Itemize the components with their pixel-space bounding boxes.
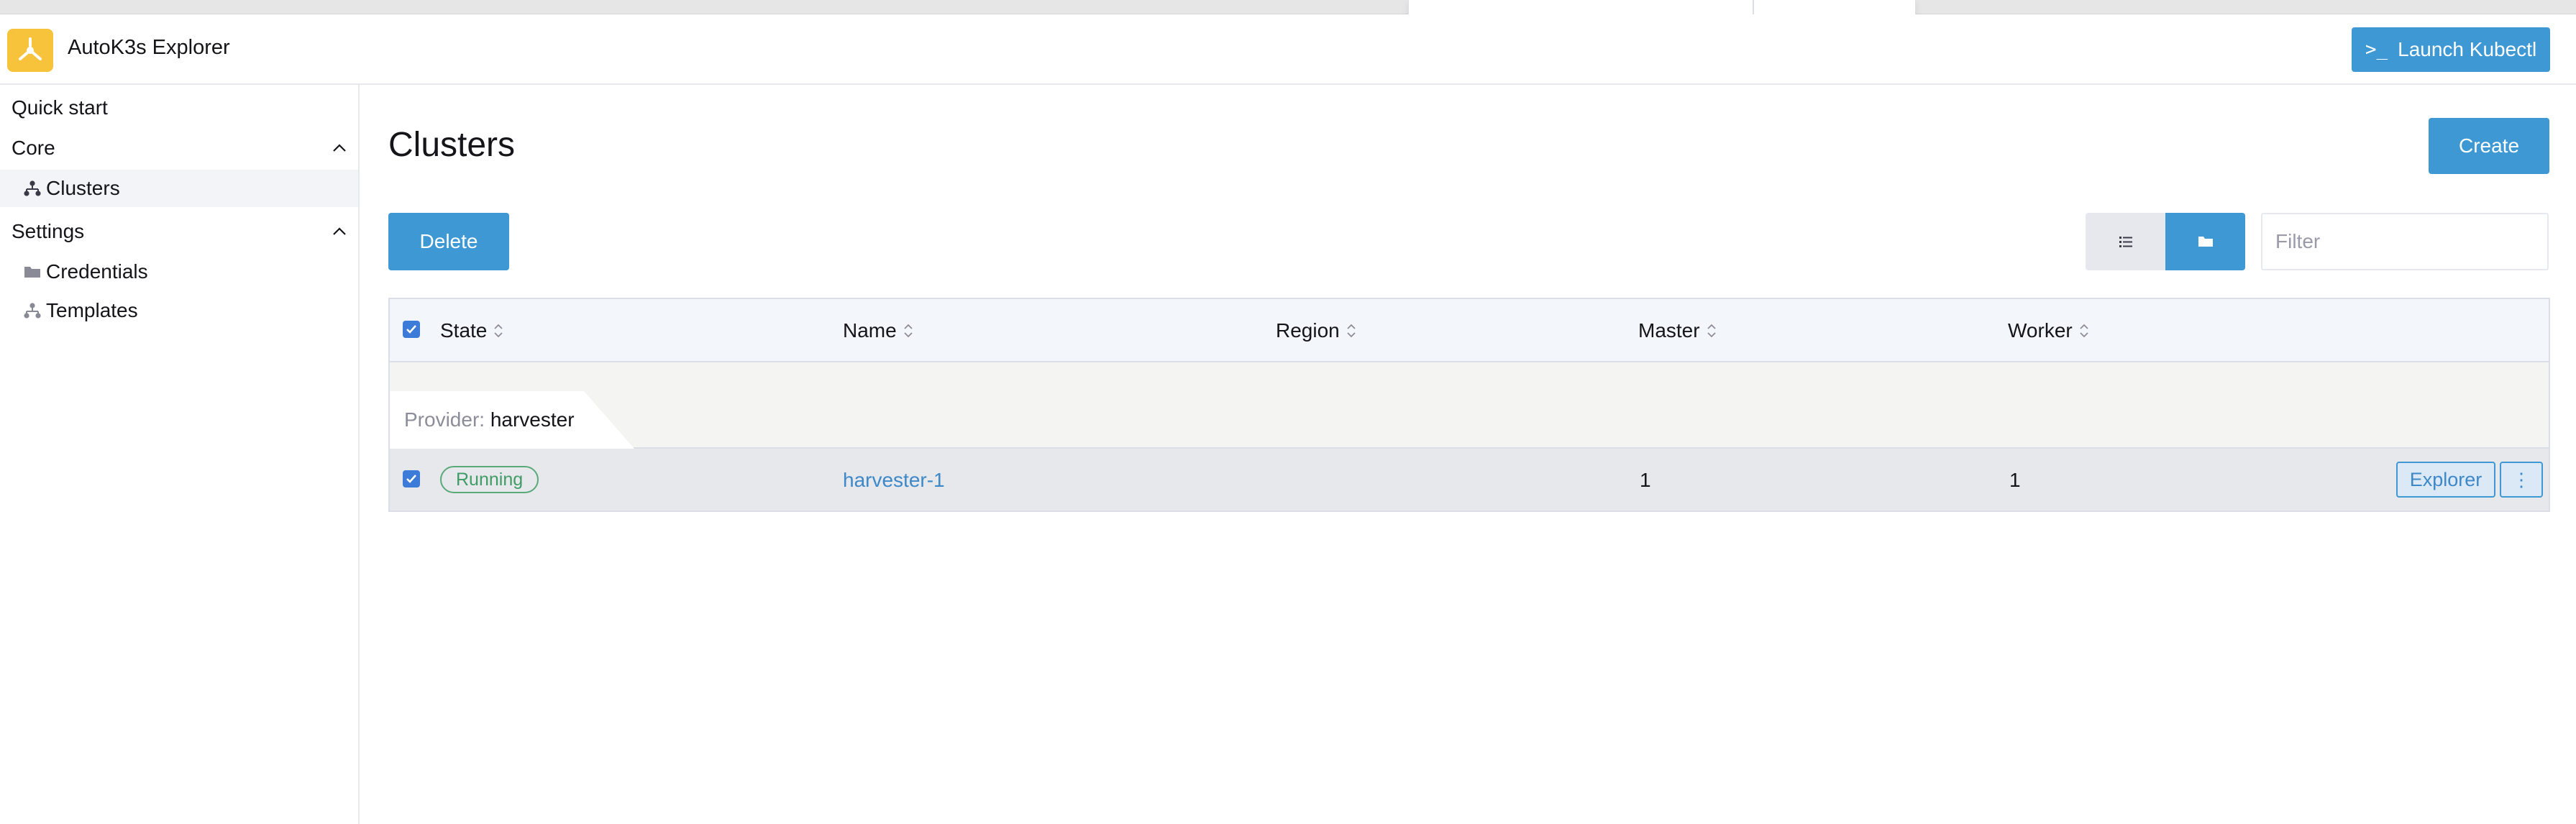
group-row: Provider: harvester bbox=[390, 362, 2549, 449]
sidebar-item-clusters[interactable]: Clusters bbox=[0, 170, 358, 207]
terminal-icon: >_ bbox=[2365, 39, 2388, 60]
column-header-state[interactable]: State bbox=[440, 319, 504, 342]
sort-icon bbox=[1347, 324, 1356, 338]
column-header-label: State bbox=[440, 319, 488, 342]
column-header-region[interactable]: Region bbox=[1276, 319, 1357, 342]
filter-input[interactable] bbox=[2261, 213, 2549, 270]
cluster-icon bbox=[24, 180, 41, 196]
column-header-label: Worker bbox=[2008, 319, 2073, 342]
sort-icon bbox=[494, 324, 503, 338]
status-badge: Running bbox=[440, 466, 539, 493]
row-actions-button[interactable]: ⋮ bbox=[2500, 462, 2543, 498]
launch-kubectl-label: Launch Kubectl bbox=[2398, 38, 2537, 60]
sidebar-item-label: Credentials bbox=[46, 260, 148, 283]
page-title: Clusters bbox=[388, 126, 516, 164]
column-header-label: Master bbox=[1638, 319, 1700, 342]
sidebar-group-core[interactable]: Core bbox=[0, 129, 358, 167]
worker-count: 1 bbox=[2009, 469, 2021, 491]
sidebar-item-label: Templates bbox=[46, 299, 138, 321]
app-title: AutoK3s Explorer bbox=[68, 36, 230, 59]
sidebar-item-credentials[interactable]: Credentials bbox=[0, 253, 358, 290]
cluster-icon bbox=[24, 303, 41, 319]
table-row: Running harvester-1 1 1 Explorer ⋮ bbox=[390, 449, 2549, 511]
sort-icon bbox=[904, 324, 913, 338]
cluster-name-link[interactable]: harvester-1 bbox=[843, 469, 945, 492]
delete-button[interactable]: Delete bbox=[388, 213, 509, 270]
sidebar-group-settings[interactable]: Settings bbox=[0, 213, 358, 250]
sort-icon bbox=[1707, 324, 1716, 338]
sidebar-group-label: Core bbox=[12, 137, 55, 159]
group-label: Provider: harvester bbox=[404, 408, 575, 431]
app-header: AutoK3s Explorer >_ Launch Kubectl bbox=[0, 14, 2576, 85]
list-icon bbox=[2119, 237, 2132, 247]
chevron-up-icon bbox=[333, 144, 346, 152]
create-button[interactable]: Create bbox=[2429, 118, 2549, 174]
clusters-table: State Name Region Master Worker Provider… bbox=[388, 298, 2550, 512]
column-header-label: Region bbox=[1276, 319, 1340, 342]
group-view-button[interactable] bbox=[2165, 213, 2245, 270]
list-view-button[interactable] bbox=[2086, 213, 2165, 270]
folder-icon bbox=[24, 267, 40, 278]
column-header-master[interactable]: Master bbox=[1638, 319, 1717, 342]
sidebar-item-quick-start[interactable]: Quick start bbox=[0, 89, 358, 127]
sidebar-item-label: Quick start bbox=[12, 96, 108, 119]
autok3s-logo-icon[interactable] bbox=[7, 29, 53, 72]
group-key: Provider: bbox=[404, 408, 485, 431]
column-header-label: Name bbox=[843, 319, 897, 342]
folder-icon bbox=[2198, 237, 2213, 247]
column-header-name[interactable]: Name bbox=[843, 319, 914, 342]
row-checkbox[interactable] bbox=[403, 470, 420, 487]
explorer-button[interactable]: Explorer bbox=[2396, 462, 2495, 498]
column-header-worker[interactable]: Worker bbox=[2008, 319, 2090, 342]
table-header: State Name Region Master Worker bbox=[390, 299, 2549, 362]
sidebar-group-label: Settings bbox=[12, 220, 85, 242]
checkmark-icon bbox=[406, 325, 416, 334]
top-strip bbox=[0, 0, 2576, 14]
launch-kubectl-button[interactable]: >_ Launch Kubectl bbox=[2352, 27, 2550, 72]
master-count: 1 bbox=[1640, 469, 1651, 491]
view-mode-toggle bbox=[2086, 213, 2245, 270]
select-all-checkbox[interactable] bbox=[403, 321, 420, 338]
chevron-up-icon bbox=[333, 227, 346, 235]
sidebar: Quick start Core Clusters Settings Crede… bbox=[0, 85, 360, 824]
sidebar-item-label: Clusters bbox=[46, 177, 120, 199]
sort-icon bbox=[2080, 324, 2088, 338]
sidebar-item-templates[interactable]: Templates bbox=[0, 292, 358, 329]
checkmark-icon bbox=[406, 475, 416, 483]
group-value: harvester bbox=[490, 408, 575, 431]
